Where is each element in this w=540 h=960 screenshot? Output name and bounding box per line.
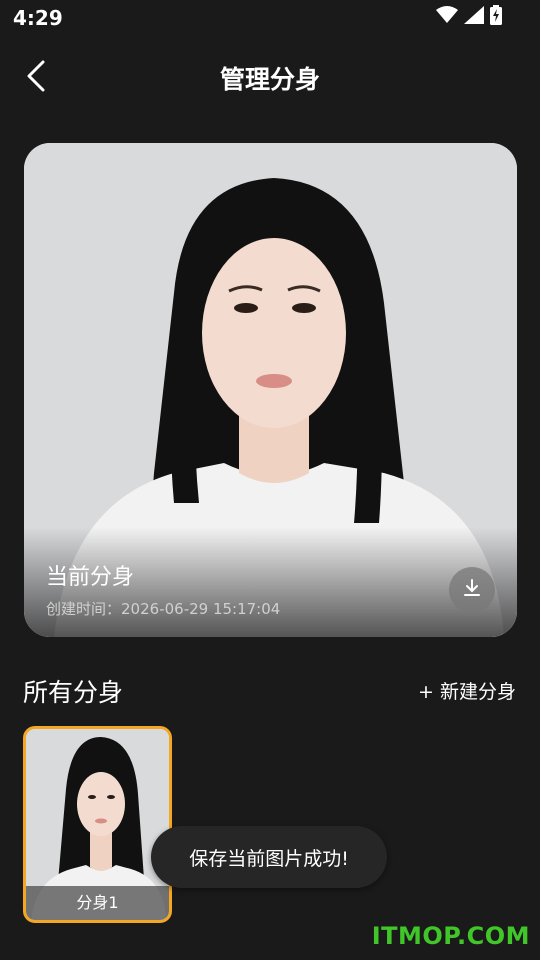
status-bar: 4:29: [0, 0, 540, 36]
page-title: 管理分身: [219, 65, 320, 94]
avatar-thumbnail-label: 分身1: [26, 886, 169, 920]
created-time-value: 2026-06-29 15:17:04: [121, 600, 281, 618]
download-icon: [461, 577, 483, 603]
current-avatar-card: 当前分身 创建时间：2026-06-29 15:17:04: [24, 143, 517, 637]
cell-signal-icon: [464, 6, 484, 28]
created-time-row: 创建时间：2026-06-29 15:17:04: [46, 598, 280, 619]
new-avatar-button[interactable]: + 新建分身: [418, 677, 516, 704]
wifi-icon: [436, 6, 458, 28]
created-time-label: 创建时间：: [46, 600, 122, 618]
status-icons: [436, 5, 502, 29]
watermark-logo: ITMOP.COM: [371, 922, 530, 950]
current-avatar-label: 当前分身: [46, 565, 135, 590]
status-time: 4:29: [13, 6, 63, 30]
battery-charging-icon: [490, 5, 502, 29]
all-avatars-title: 所有分身: [23, 678, 124, 707]
avatar-thumbnail-card[interactable]: 分身1: [23, 726, 172, 923]
toast-message: 保存当前图片成功!: [151, 826, 387, 888]
app-bar: 管理分身: [0, 48, 540, 108]
download-button[interactable]: [449, 567, 495, 613]
